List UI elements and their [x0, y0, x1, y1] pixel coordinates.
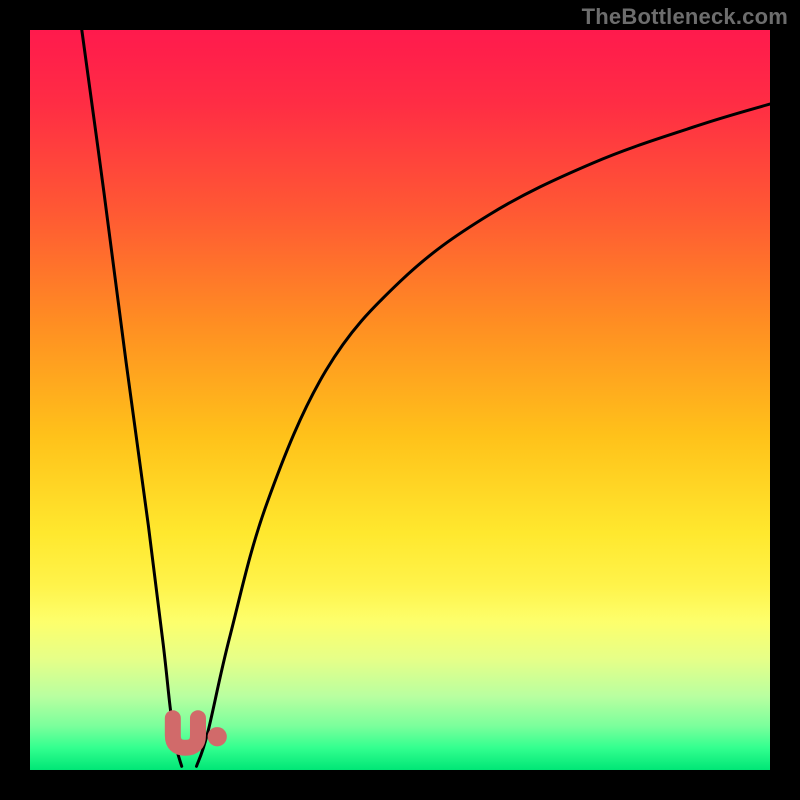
series-right-branch: [197, 104, 771, 766]
chart-frame: TheBottleneck.com: [0, 0, 800, 800]
curves-svg: [30, 30, 770, 770]
dot-mark: [208, 727, 227, 746]
series-left-branch: [82, 30, 182, 766]
u-mark: [173, 718, 198, 748]
plot-area: [30, 30, 770, 770]
watermark-text: TheBottleneck.com: [582, 4, 788, 30]
